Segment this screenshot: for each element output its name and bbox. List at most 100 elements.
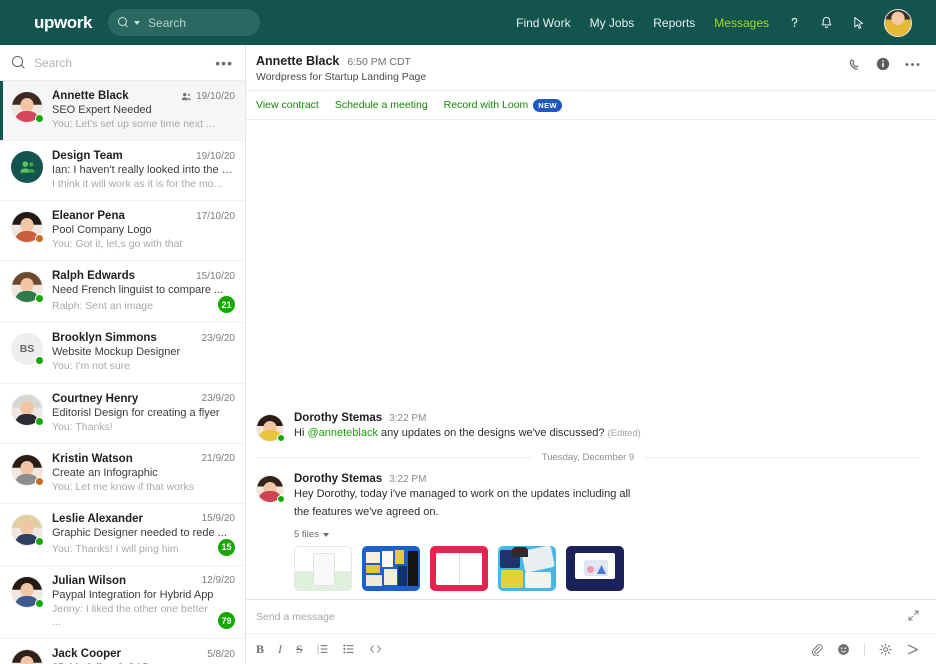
conversation-name: Brooklyn Simmons bbox=[52, 332, 157, 345]
conversation-subject: Paypal Integration for Hybrid App bbox=[52, 588, 214, 601]
message-text-before: Hi bbox=[294, 427, 308, 440]
paperclip-icon[interactable] bbox=[810, 643, 823, 656]
online-status-dot bbox=[35, 294, 44, 304]
avatar bbox=[256, 414, 285, 443]
conversation-list[interactable]: Annette Black 19/10/20 SEO Expert Needed Yo… bbox=[0, 81, 245, 664]
question-mark-icon[interactable] bbox=[788, 16, 801, 29]
mention-link[interactable]: @anneteblack bbox=[307, 427, 378, 439]
conversation-list-item[interactable]: Eleanor Pena 17/10/20 Pool Company Logo You… bbox=[0, 201, 245, 262]
gear-icon[interactable] bbox=[879, 642, 892, 656]
conversation-snippet: Jenny: I liked the other one better ... bbox=[52, 602, 208, 628]
italic-icon[interactable]: I bbox=[278, 642, 282, 657]
upwork-logo[interactable]: upwork bbox=[34, 13, 92, 33]
file-thumbnail-editorial-spread[interactable] bbox=[430, 546, 488, 591]
bulleted-list-icon[interactable] bbox=[343, 643, 355, 655]
conversation-name: Leslie Alexander bbox=[52, 512, 143, 525]
global-search-box[interactable]: Search bbox=[108, 9, 261, 36]
unread-count-badge: 15 bbox=[218, 538, 235, 556]
conversation-list-item[interactable]: Julian Wilson 12/9/20 Paypal Integration f… bbox=[0, 566, 245, 639]
avatar-photo bbox=[11, 649, 43, 664]
message-text-line: the features we've agreed on. bbox=[294, 506, 439, 519]
away-status-dot bbox=[35, 234, 44, 244]
new-badge: NEW bbox=[533, 99, 562, 112]
conversation-name: Ralph Edwards bbox=[52, 270, 136, 283]
conversation-meta: 21/9/20 bbox=[202, 453, 235, 464]
conversation-list-item[interactable]: Jack Cooper5/8/203D Modeling & CADJack: … bbox=[0, 639, 245, 664]
code-icon[interactable] bbox=[369, 643, 382, 655]
online-status-dot bbox=[35, 416, 44, 426]
sidebar-search-placeholder: Search bbox=[34, 55, 73, 70]
record-with-loom-link[interactable]: Record with Loom NEW bbox=[444, 99, 562, 112]
nav-link-my-jobs[interactable]: My Jobs bbox=[590, 16, 635, 30]
conversation-list-item[interactable]: Ralph Edwards 15/10/20 Need French linguis… bbox=[0, 261, 245, 324]
bold-icon[interactable]: B bbox=[256, 642, 264, 657]
file-thumbnail-dashboard-ui-dark[interactable] bbox=[566, 546, 624, 591]
conversation-meta: 15/9/20 bbox=[202, 513, 235, 524]
conversation-summary: Annette Black 19/10/20 SEO Expert Needed Yo… bbox=[52, 90, 235, 131]
conversation-meta: 15/10/20 bbox=[196, 271, 235, 282]
phone-call-icon[interactable] bbox=[847, 57, 861, 71]
message-input-placeholder: Send a message bbox=[256, 610, 335, 623]
sidebar-search-bar[interactable]: Search ••• bbox=[0, 45, 245, 81]
numbered-list-icon[interactable]: 123 bbox=[317, 643, 329, 655]
user-avatar[interactable] bbox=[884, 8, 912, 37]
online-status-dot bbox=[277, 495, 285, 504]
strikethrough-icon[interactable]: S bbox=[296, 642, 303, 657]
conversation-summary: Leslie Alexander 15/9/20 Graphic Designer … bbox=[52, 513, 235, 556]
conversation-summary: Jack Cooper5/8/203D Modeling & CADJack: … bbox=[52, 648, 235, 664]
conversation-summary: Eleanor Pena 17/10/20 Pool Company Logo You… bbox=[52, 210, 235, 251]
conversation-list-item[interactable]: Courtney Henry 23/9/20 Editorisl Design fo… bbox=[0, 384, 245, 444]
message-panel: Annette Black 6:50 PM CDT Wordpress for … bbox=[246, 45, 936, 664]
group-members-icon bbox=[181, 92, 192, 101]
divider-line-left bbox=[256, 457, 532, 459]
conversation-date: 12/9/20 bbox=[201, 575, 235, 587]
conversation-list-item[interactable]: BS Brooklyn Simmons 23/9/20 Website Mockup … bbox=[0, 323, 245, 384]
conversation-snippet: You: I'm not sure bbox=[52, 360, 131, 373]
conversation-date: 21/9/20 bbox=[201, 453, 235, 465]
conversation-subject: Editorisl Design for creating a flyer bbox=[52, 406, 220, 419]
avatar bbox=[11, 393, 44, 426]
file-thumbnail-mobile-app-mockup[interactable] bbox=[294, 546, 352, 591]
away-status-dot bbox=[35, 476, 44, 486]
view-contract-link[interactable]: View contract bbox=[256, 99, 319, 111]
send-icon[interactable] bbox=[906, 643, 920, 656]
more-horizontal-icon[interactable] bbox=[905, 62, 920, 67]
file-thumbnail-tablet-devices-flatlay[interactable] bbox=[498, 546, 556, 591]
emoji-icon[interactable] bbox=[837, 643, 850, 656]
nav-link-find-work[interactable]: Find Work bbox=[516, 16, 570, 30]
schedule-meeting-link[interactable]: Schedule a meeting bbox=[335, 99, 428, 111]
avatar bbox=[11, 649, 43, 664]
conversation-name: Design Team bbox=[52, 150, 123, 163]
divider-line-right bbox=[644, 457, 920, 459]
nav-link-reports[interactable]: Reports bbox=[653, 16, 695, 30]
pointer-icon[interactable] bbox=[852, 16, 865, 30]
conversation-date: 15/10/20 bbox=[196, 270, 235, 282]
message-input-row[interactable]: Send a message bbox=[246, 600, 936, 634]
file-thumbnail-branding-collage[interactable] bbox=[362, 546, 420, 591]
conversation-subject: Pool Company Logo bbox=[52, 224, 152, 237]
thread-header-actions bbox=[847, 54, 920, 71]
conversation-list-item[interactable]: Design Team 19/10/20 Ian: I haven't really… bbox=[0, 141, 245, 202]
expand-icon[interactable] bbox=[907, 609, 920, 625]
chevron-down-icon[interactable] bbox=[134, 20, 141, 25]
conversation-list-item[interactable]: Kristin Watson 21/9/20 Create an Infograph… bbox=[0, 444, 245, 504]
conversation-list-item[interactable]: Annette Black 19/10/20 SEO Expert Needed Yo… bbox=[0, 81, 245, 142]
info-circle-icon[interactable] bbox=[876, 57, 890, 71]
bell-icon[interactable] bbox=[820, 16, 833, 30]
conversation-meta: 5/8/20 bbox=[207, 649, 235, 660]
conversation-name: Eleanor Pena bbox=[52, 210, 125, 223]
conversation-name: Courtney Henry bbox=[52, 392, 139, 405]
top-nav-right: Find Work My Jobs Reports Messages bbox=[516, 8, 912, 37]
avatar bbox=[11, 513, 44, 546]
message-thread: Dorothy Stemas 3:22 PM Hi @anneteblack a… bbox=[246, 120, 936, 599]
app-body: Search ••• Annette Black 19/10/20 SEO Expe… bbox=[0, 45, 936, 664]
conversation-list-item[interactable]: Leslie Alexander 15/9/20 Graphic Designer … bbox=[0, 504, 245, 566]
top-navigation-bar: upwork Search Find Work My Jobs Reports … bbox=[0, 0, 936, 45]
conversation-summary: Courtney Henry 23/9/20 Editorisl Design fo… bbox=[52, 393, 235, 434]
files-count-toggle[interactable]: 5 files bbox=[294, 529, 920, 540]
avatar bbox=[11, 91, 44, 123]
thread-header-text: Annette Black 6:50 PM CDT Wordpress for … bbox=[256, 54, 847, 83]
more-horizontal-icon[interactable]: ••• bbox=[215, 56, 233, 70]
edited-label: (Edited) bbox=[607, 428, 641, 440]
nav-link-messages[interactable]: Messages bbox=[714, 16, 769, 30]
